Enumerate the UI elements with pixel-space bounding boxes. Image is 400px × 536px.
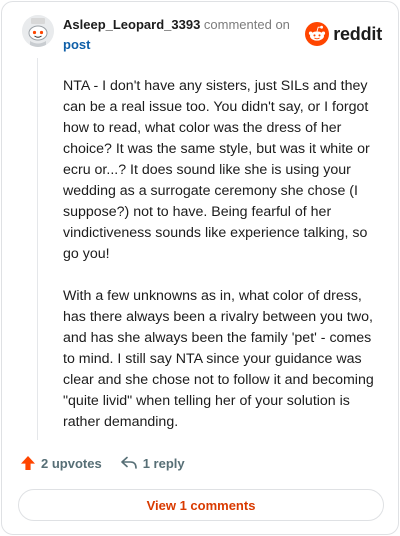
reddit-wordmark: reddit [333,23,382,44]
comment-body: NTA - I don't have any sisters, just SIL… [63,76,383,454]
comment-header: Asleep_Leopard_3393 commented on post [63,16,303,54]
comment-actions: 2 upvotes 1 reply [20,455,185,471]
upvote-arrow-icon [21,456,35,470]
upvote-count: 2 upvotes [41,455,102,471]
username-link[interactable]: Asleep_Leopard_3393 [63,17,200,32]
view-comments-button[interactable]: View 1 comments [18,489,384,521]
commented-on-text: commented on [203,17,290,32]
comment-paragraph-2: With a few unknowns as in, what color of… [63,288,374,430]
reddit-logo-icon [305,22,330,46]
embedded-comment-card: Asleep_Leopard_3393 commented on post re… [1,1,399,535]
reply-arrow-icon [120,456,137,469]
thread-line[interactable] [37,58,38,440]
snoo-avatar-icon [22,15,54,47]
comment-paragraph-1: NTA - I don't have any sisters, just SIL… [63,78,370,262]
reply-count: 1 reply [142,455,185,471]
upvote-button[interactable]: 2 upvotes [20,455,102,471]
reply-button[interactable]: 1 reply [120,455,185,471]
avatar[interactable] [22,15,54,47]
post-link[interactable]: post [63,36,303,54]
reddit-brand[interactable]: reddit [305,22,382,46]
